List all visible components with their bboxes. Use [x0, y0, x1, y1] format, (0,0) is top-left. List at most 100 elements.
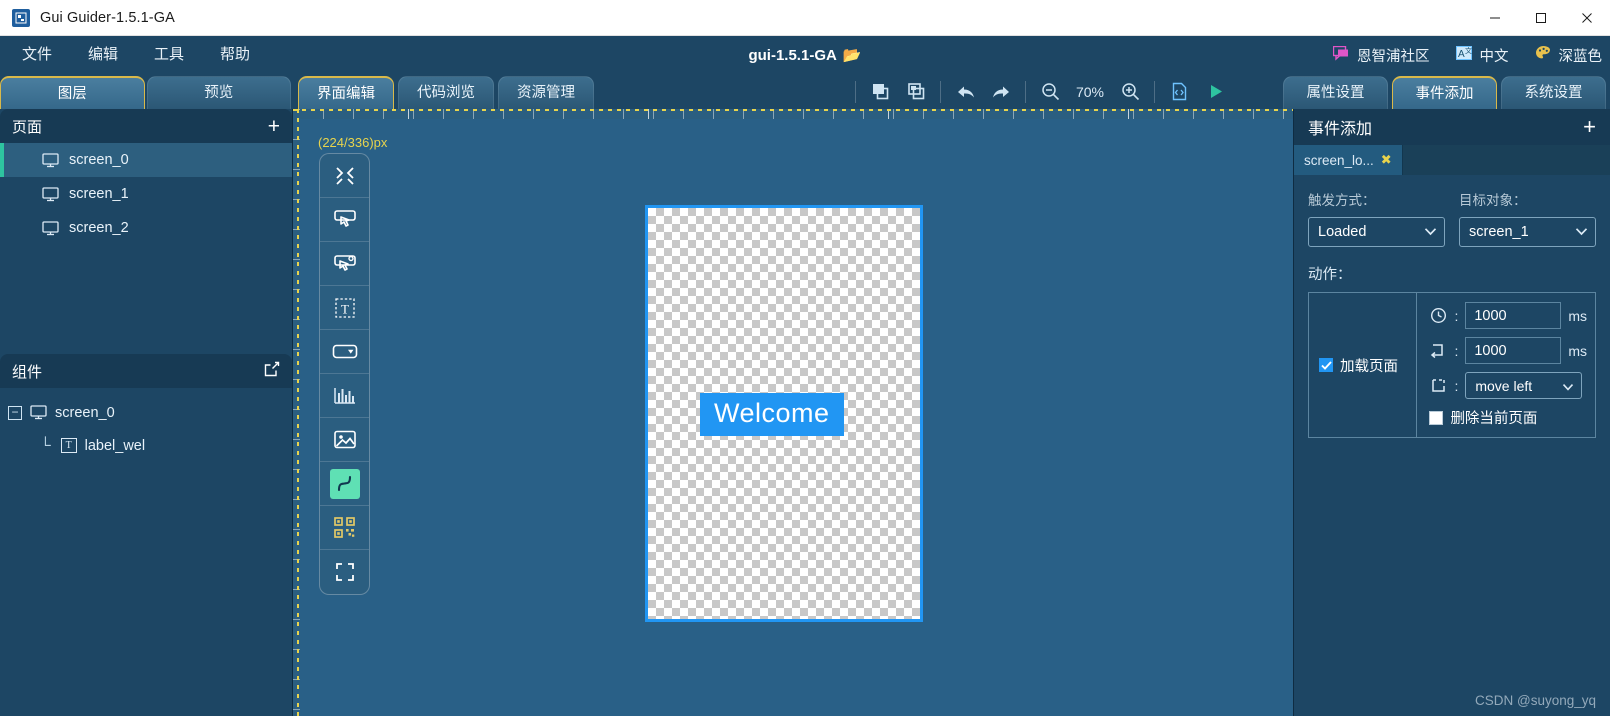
- tab-code-browse[interactable]: 代码浏览: [398, 76, 494, 109]
- right-tab-group: 属性设置 事件添加 系统设置: [1283, 74, 1610, 109]
- watermark-text: CSDN @suyong_yq: [1474, 693, 1596, 708]
- event-chip-label: screen_lo...: [1304, 152, 1374, 168]
- components-panel-header: 组件: [0, 354, 292, 388]
- project-title: gui-1.5.1-GA: [748, 47, 837, 64]
- tab-resource-manager[interactable]: 资源管理: [498, 76, 594, 109]
- duration-row: : 1000 ms: [1429, 337, 1587, 364]
- close-button[interactable]: [1564, 0, 1610, 36]
- main-body: 页面 + screen_0 screen_1 screen_2 组件 − scr…: [0, 109, 1610, 716]
- app-icon: [12, 8, 30, 27]
- add-page-button[interactable]: +: [268, 116, 280, 137]
- tab-properties[interactable]: 属性设置: [1283, 76, 1388, 109]
- component-item-screen-0[interactable]: − screen_0: [0, 396, 292, 429]
- zoom-level-value[interactable]: 70%: [1068, 84, 1112, 100]
- event-chip-screen-loaded[interactable]: screen_lo... ✖: [1294, 145, 1403, 175]
- components-tree: − screen_0 └ T label_wel: [0, 388, 292, 716]
- pages-panel-header: 页面 +: [0, 109, 292, 143]
- guide-line-vertical: [297, 109, 299, 716]
- event-chip-row: screen_lo... ✖: [1294, 145, 1610, 175]
- theme-switch[interactable]: 深蓝色: [1535, 45, 1602, 66]
- delay-input[interactable]: 1000: [1465, 302, 1562, 329]
- target-select[interactable]: screen_1: [1459, 217, 1596, 247]
- language-label: 中文: [1479, 48, 1509, 65]
- target-field-label: 目标对象：: [1459, 193, 1527, 208]
- image-icon[interactable]: [320, 418, 369, 462]
- redo-icon[interactable]: [983, 77, 1019, 107]
- history-group: [941, 74, 1025, 109]
- load-page-checkbox[interactable]: [1319, 358, 1333, 372]
- maximize-button[interactable]: [1518, 0, 1564, 36]
- device-canvas[interactable]: Welcome: [645, 205, 923, 622]
- delete-current-page-checkbox[interactable]: [1429, 410, 1444, 425]
- monitor-icon: [42, 152, 59, 168]
- application-window: Gui Guider-1.5.1-GA 文件 编辑 工具 帮助 gui-1.5.…: [0, 0, 1610, 716]
- dropdown-icon[interactable]: [320, 330, 369, 374]
- qrcode-icon[interactable]: [320, 506, 369, 550]
- duration-icon: [1429, 342, 1447, 359]
- external-link-icon[interactable]: [264, 361, 280, 381]
- chevron-down-icon: [1562, 378, 1574, 394]
- target-select-value: screen_1: [1469, 224, 1529, 240]
- expand-icon[interactable]: [320, 550, 369, 594]
- code-file-icon[interactable]: [1161, 77, 1197, 107]
- monitor-icon: [42, 220, 59, 236]
- right-panel: 事件添加 + screen_lo... ✖ 触发方式： Loaded 目标对象：…: [1293, 109, 1610, 716]
- folder-icon[interactable]: 📂: [843, 47, 862, 64]
- run-icon[interactable]: [1197, 77, 1233, 107]
- tab-ui-editor[interactable]: 界面编辑: [298, 76, 394, 109]
- collapse-toggle-icon[interactable]: −: [8, 405, 22, 420]
- delete-current-page-label: 删除当前页面: [1450, 411, 1538, 427]
- duration-colon: :: [1454, 342, 1459, 359]
- canvas-area[interactable]: (224/336)px T Welcome: [293, 109, 1293, 716]
- trigger-target-row: 触发方式： Loaded 目标对象： screen_1: [1308, 189, 1596, 247]
- comment-icon: [1332, 45, 1350, 65]
- event-panel-title: 事件添加: [1308, 121, 1373, 138]
- transition-select[interactable]: move left: [1465, 372, 1583, 399]
- tab-system-settings[interactable]: 系统设置: [1501, 76, 1606, 109]
- nxp-community-label: 恩智浦社区: [1357, 48, 1430, 65]
- zoom-out-icon[interactable]: [1032, 77, 1068, 107]
- minimize-button[interactable]: [1472, 0, 1518, 36]
- menu-file[interactable]: 文件: [8, 36, 66, 74]
- chart-icon[interactable]: [320, 374, 369, 418]
- action-box-left: 加载页面: [1309, 293, 1418, 437]
- collapse-icon[interactable]: [320, 154, 369, 198]
- tab-preview[interactable]: 预览: [146, 76, 291, 109]
- load-page-checkbox-row[interactable]: 加载页面: [1319, 355, 1398, 376]
- transition-select-value: move left: [1475, 377, 1533, 394]
- welcome-label-widget[interactable]: Welcome: [700, 393, 844, 436]
- delete-current-page-row[interactable]: 删除当前页面: [1429, 407, 1587, 428]
- add-event-button[interactable]: +: [1583, 116, 1596, 138]
- menu-edit[interactable]: 编辑: [74, 36, 132, 74]
- components-section: 组件 − screen_0 └ T label_wel: [0, 354, 292, 716]
- undo-icon[interactable]: [947, 77, 983, 107]
- tool-palette: T: [319, 153, 370, 595]
- copy-icon[interactable]: [862, 77, 898, 107]
- curve-icon-swatch: [329, 468, 360, 499]
- close-circle-icon[interactable]: ✖: [1381, 152, 1392, 168]
- svg-text:T: T: [341, 301, 349, 316]
- language-switch[interactable]: A文 中文: [1455, 45, 1509, 66]
- page-item-screen-0[interactable]: screen_0: [0, 143, 292, 177]
- widget-group-icon[interactable]: [320, 242, 369, 286]
- delay-unit: ms: [1568, 307, 1587, 324]
- curve-icon[interactable]: [320, 462, 369, 506]
- page-item-screen-2[interactable]: screen_2: [0, 211, 292, 245]
- component-item-label-wel[interactable]: └ T label_wel: [0, 429, 292, 462]
- trigger-select[interactable]: Loaded: [1308, 217, 1445, 247]
- text-label-icon: T: [60, 438, 77, 453]
- zoom-in-icon[interactable]: [1112, 77, 1148, 107]
- duration-input[interactable]: 1000: [1465, 337, 1562, 364]
- text-icon[interactable]: T: [320, 286, 369, 330]
- page-item-screen-1[interactable]: screen_1: [0, 177, 292, 211]
- tab-events[interactable]: 事件添加: [1392, 76, 1497, 109]
- container-icon[interactable]: [320, 198, 369, 242]
- tree-branch-icon: └: [40, 437, 51, 454]
- svg-text:文: 文: [1465, 46, 1472, 55]
- nxp-community-link[interactable]: 恩智浦社区: [1332, 45, 1430, 66]
- menu-tools[interactable]: 工具: [140, 36, 198, 74]
- component-item-label: label_wel: [84, 437, 146, 454]
- paste-icon[interactable]: [898, 77, 934, 107]
- menu-help[interactable]: 帮助: [206, 36, 264, 74]
- tab-layers[interactable]: 图层: [0, 76, 145, 109]
